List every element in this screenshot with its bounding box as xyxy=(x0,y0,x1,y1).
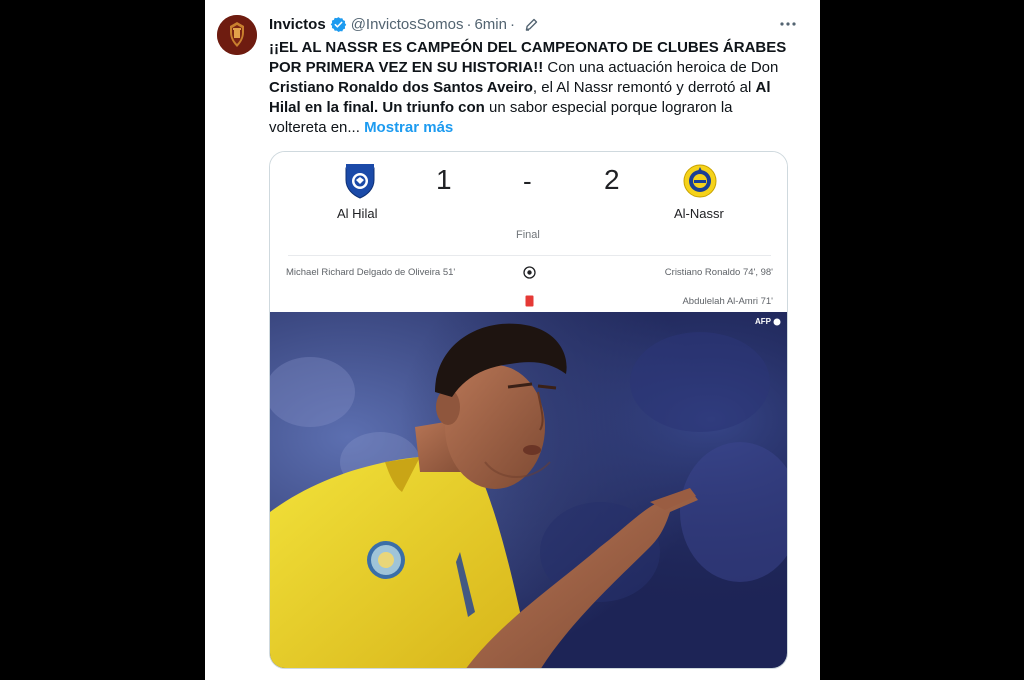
al-nassr-logo-icon xyxy=(682,162,718,200)
away-goal-scorers: Cristiano Ronaldo 74', 98' xyxy=(664,267,773,278)
verified-badge-icon xyxy=(330,16,347,33)
red-card-icon xyxy=(525,294,534,312)
photo-credit-label: AFP xyxy=(755,317,771,326)
score-separator: - xyxy=(523,166,532,196)
header-separator-2: · xyxy=(509,15,515,33)
tweet-text-plain-2: , el Al Nassr remontó y derrotó al xyxy=(532,79,756,96)
tweet-text-bold-2: Cristiano Ronaldo dos Santos Aveiro xyxy=(269,79,533,96)
ronaldo-celebration-image xyxy=(270,312,787,668)
invictos-logo-icon xyxy=(217,15,257,55)
tweet-card[interactable]: Invictos @InvictosSomos · 6min · ¡¡EL AL xyxy=(205,0,820,680)
edit-pencil-icon[interactable] xyxy=(524,17,539,32)
tweet-timestamp[interactable]: 6min xyxy=(474,16,507,33)
photo-credit: AFP xyxy=(755,317,781,326)
home-goal-scorers: Michael Richard Delgado de Oliveira 51' xyxy=(286,267,456,278)
avatar[interactable] xyxy=(217,15,257,55)
player-photo[interactable]: AFP xyxy=(270,312,787,668)
away-score: 2 xyxy=(604,164,620,195)
tweet-text-plain-1: Con una actuación heroica de Don xyxy=(543,59,779,76)
away-team-name: Al-Nassr xyxy=(674,206,724,221)
match-status: Final xyxy=(516,229,540,241)
home-team-name: Al Hilal xyxy=(337,206,378,221)
away-red-card-player: Abdulelah Al-Amri 71' xyxy=(682,296,773,307)
author-display-name[interactable]: Invictos xyxy=(269,16,326,33)
home-score: 1 xyxy=(436,164,452,195)
more-dots-icon xyxy=(780,22,796,26)
show-more-link[interactable]: Mostrar más xyxy=(364,119,453,136)
match-scoreboard: Al Hilal 1 - 2 Al-Nassr Final Michael Ri… xyxy=(270,152,787,312)
tweet-media[interactable]: Al Hilal 1 - 2 Al-Nassr Final Michael Ri… xyxy=(269,151,788,669)
tweet-header: Invictos @InvictosSomos · 6min · xyxy=(269,14,800,34)
more-options-button[interactable] xyxy=(776,14,800,34)
scoreboard-divider xyxy=(288,255,771,256)
header-separator: · xyxy=(466,15,472,33)
soccer-ball-icon xyxy=(523,266,536,284)
credit-dot-icon xyxy=(773,318,781,325)
al-hilal-logo-icon xyxy=(342,162,378,200)
tweet-text: ¡¡EL AL NASSR ES CAMPEÓN DEL CAMPEONATO … xyxy=(269,38,794,138)
author-handle[interactable]: @InvictosSomos xyxy=(351,16,464,33)
